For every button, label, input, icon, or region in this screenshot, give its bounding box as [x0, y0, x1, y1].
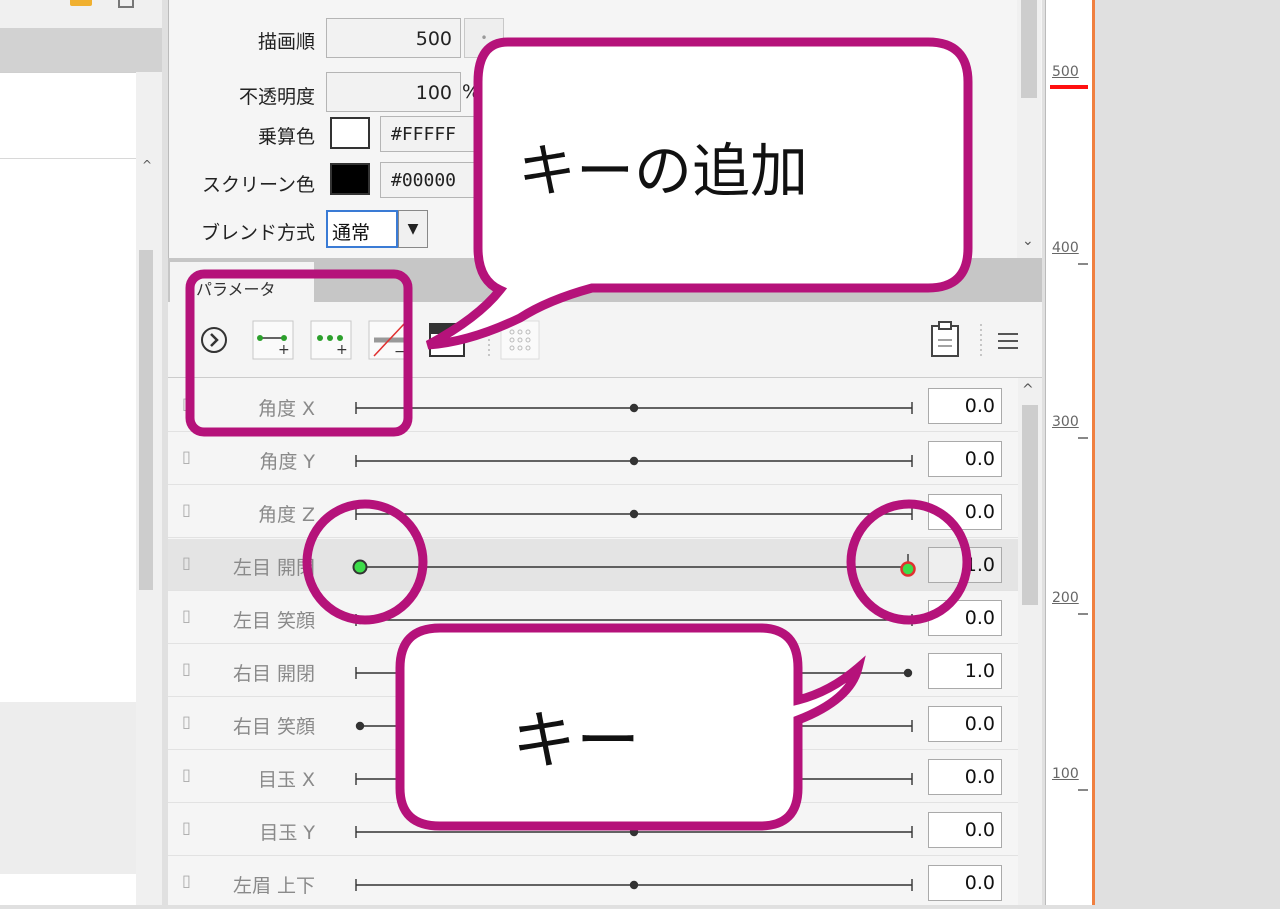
toolbar-divider — [980, 324, 982, 356]
add-three-keys-icon[interactable]: + — [310, 320, 352, 360]
grid-keys-icon[interactable] — [500, 320, 540, 360]
tab-parameters[interactable]: パラメータ — [170, 262, 314, 302]
ruler-label: 500 — [1052, 64, 1079, 80]
clipboard-icon[interactable] — [926, 320, 966, 360]
svg-text:+: + — [336, 342, 348, 358]
left-list-body — [0, 158, 136, 702]
delete-key-icon[interactable]: − — [368, 320, 410, 360]
slider-handle[interactable] — [903, 668, 913, 678]
slider-handle[interactable] — [629, 509, 639, 519]
property-scrollbar-thumb[interactable] — [1021, 0, 1037, 98]
add-key-icon[interactable]: + — [252, 320, 294, 360]
folder-icon[interactable] — [70, 0, 92, 6]
opacity-label: 不透明度 — [238, 86, 315, 108]
key-point-left[interactable] — [352, 559, 368, 575]
ruler-current-marker — [1050, 85, 1088, 89]
multiply-color-hex-field[interactable]: #FFFFF — [380, 116, 490, 152]
property-scroll-down-icon[interactable]: ⌄ — [1022, 233, 1038, 249]
menu-icon[interactable] — [994, 326, 1024, 356]
slider-handle[interactable] — [629, 456, 639, 466]
slider-handle[interactable] — [355, 721, 365, 731]
key-form-icon[interactable] — [428, 320, 468, 360]
callout-add-key-text: キーの追加 — [518, 137, 809, 205]
toolbar-divider — [488, 324, 490, 356]
opacity-value: 100 — [415, 82, 452, 104]
screen-color-hex-field[interactable]: #00000 — [380, 162, 490, 198]
left-scrollbar-thumb[interactable] — [139, 250, 153, 590]
opacity-unit: % — [462, 81, 481, 103]
chevron-down-icon[interactable]: ▼ — [398, 210, 428, 248]
ruler-label: 100 — [1052, 766, 1079, 782]
blend-mode-select[interactable]: 通常 — [326, 210, 398, 248]
multiply-color-swatch[interactable] — [330, 117, 370, 149]
svg-text:−: − — [394, 344, 406, 360]
draw-order-field[interactable]: 500 — [326, 18, 461, 58]
ruler-tick — [1078, 613, 1088, 615]
draw-order-reset-button[interactable]: • — [464, 18, 504, 58]
slider-handle[interactable] — [629, 827, 639, 837]
ruler-label: 300 — [1052, 414, 1079, 430]
trash-icon[interactable] — [118, 0, 134, 8]
left-list-empty — [0, 702, 136, 874]
screen-color-swatch[interactable] — [330, 163, 370, 195]
ruler-tick — [1078, 789, 1088, 791]
ruler-tick — [1078, 437, 1088, 439]
ruler-tick — [1078, 263, 1088, 265]
callout-key-text: キー — [512, 705, 640, 779]
key-point-right[interactable] — [900, 561, 916, 577]
parameter-toolbar — [168, 302, 1042, 378]
left-scroll-up-icon[interactable]: ^ — [138, 158, 156, 174]
left-panel-header — [0, 28, 162, 72]
multiply-color-label: 乗算色 — [257, 126, 315, 148]
left-list-footer — [0, 874, 136, 905]
slider-handle[interactable] — [355, 615, 365, 625]
draw-order-value: 500 — [415, 28, 452, 50]
ruler-label: 400 — [1052, 240, 1079, 256]
ruler-edge — [1092, 0, 1095, 905]
svg-text:+: + — [278, 342, 290, 358]
parameter-scrollbar-thumb[interactable] — [1022, 405, 1038, 605]
expand-icon[interactable] — [196, 322, 232, 358]
slider-handle[interactable] — [629, 880, 639, 890]
slider-handle[interactable] — [629, 403, 639, 413]
draw-order-label: 描画順 — [257, 31, 315, 53]
opacity-field[interactable]: 100 — [326, 72, 461, 112]
parameter-scroll-up-icon[interactable]: ^ — [1022, 382, 1034, 398]
parameter-sliders[interactable] — [168, 378, 1018, 905]
blend-mode-label: ブレンド方式 — [200, 222, 315, 244]
screen-color-label: スクリーン色 — [201, 174, 315, 196]
ruler-label: 200 — [1052, 590, 1079, 606]
